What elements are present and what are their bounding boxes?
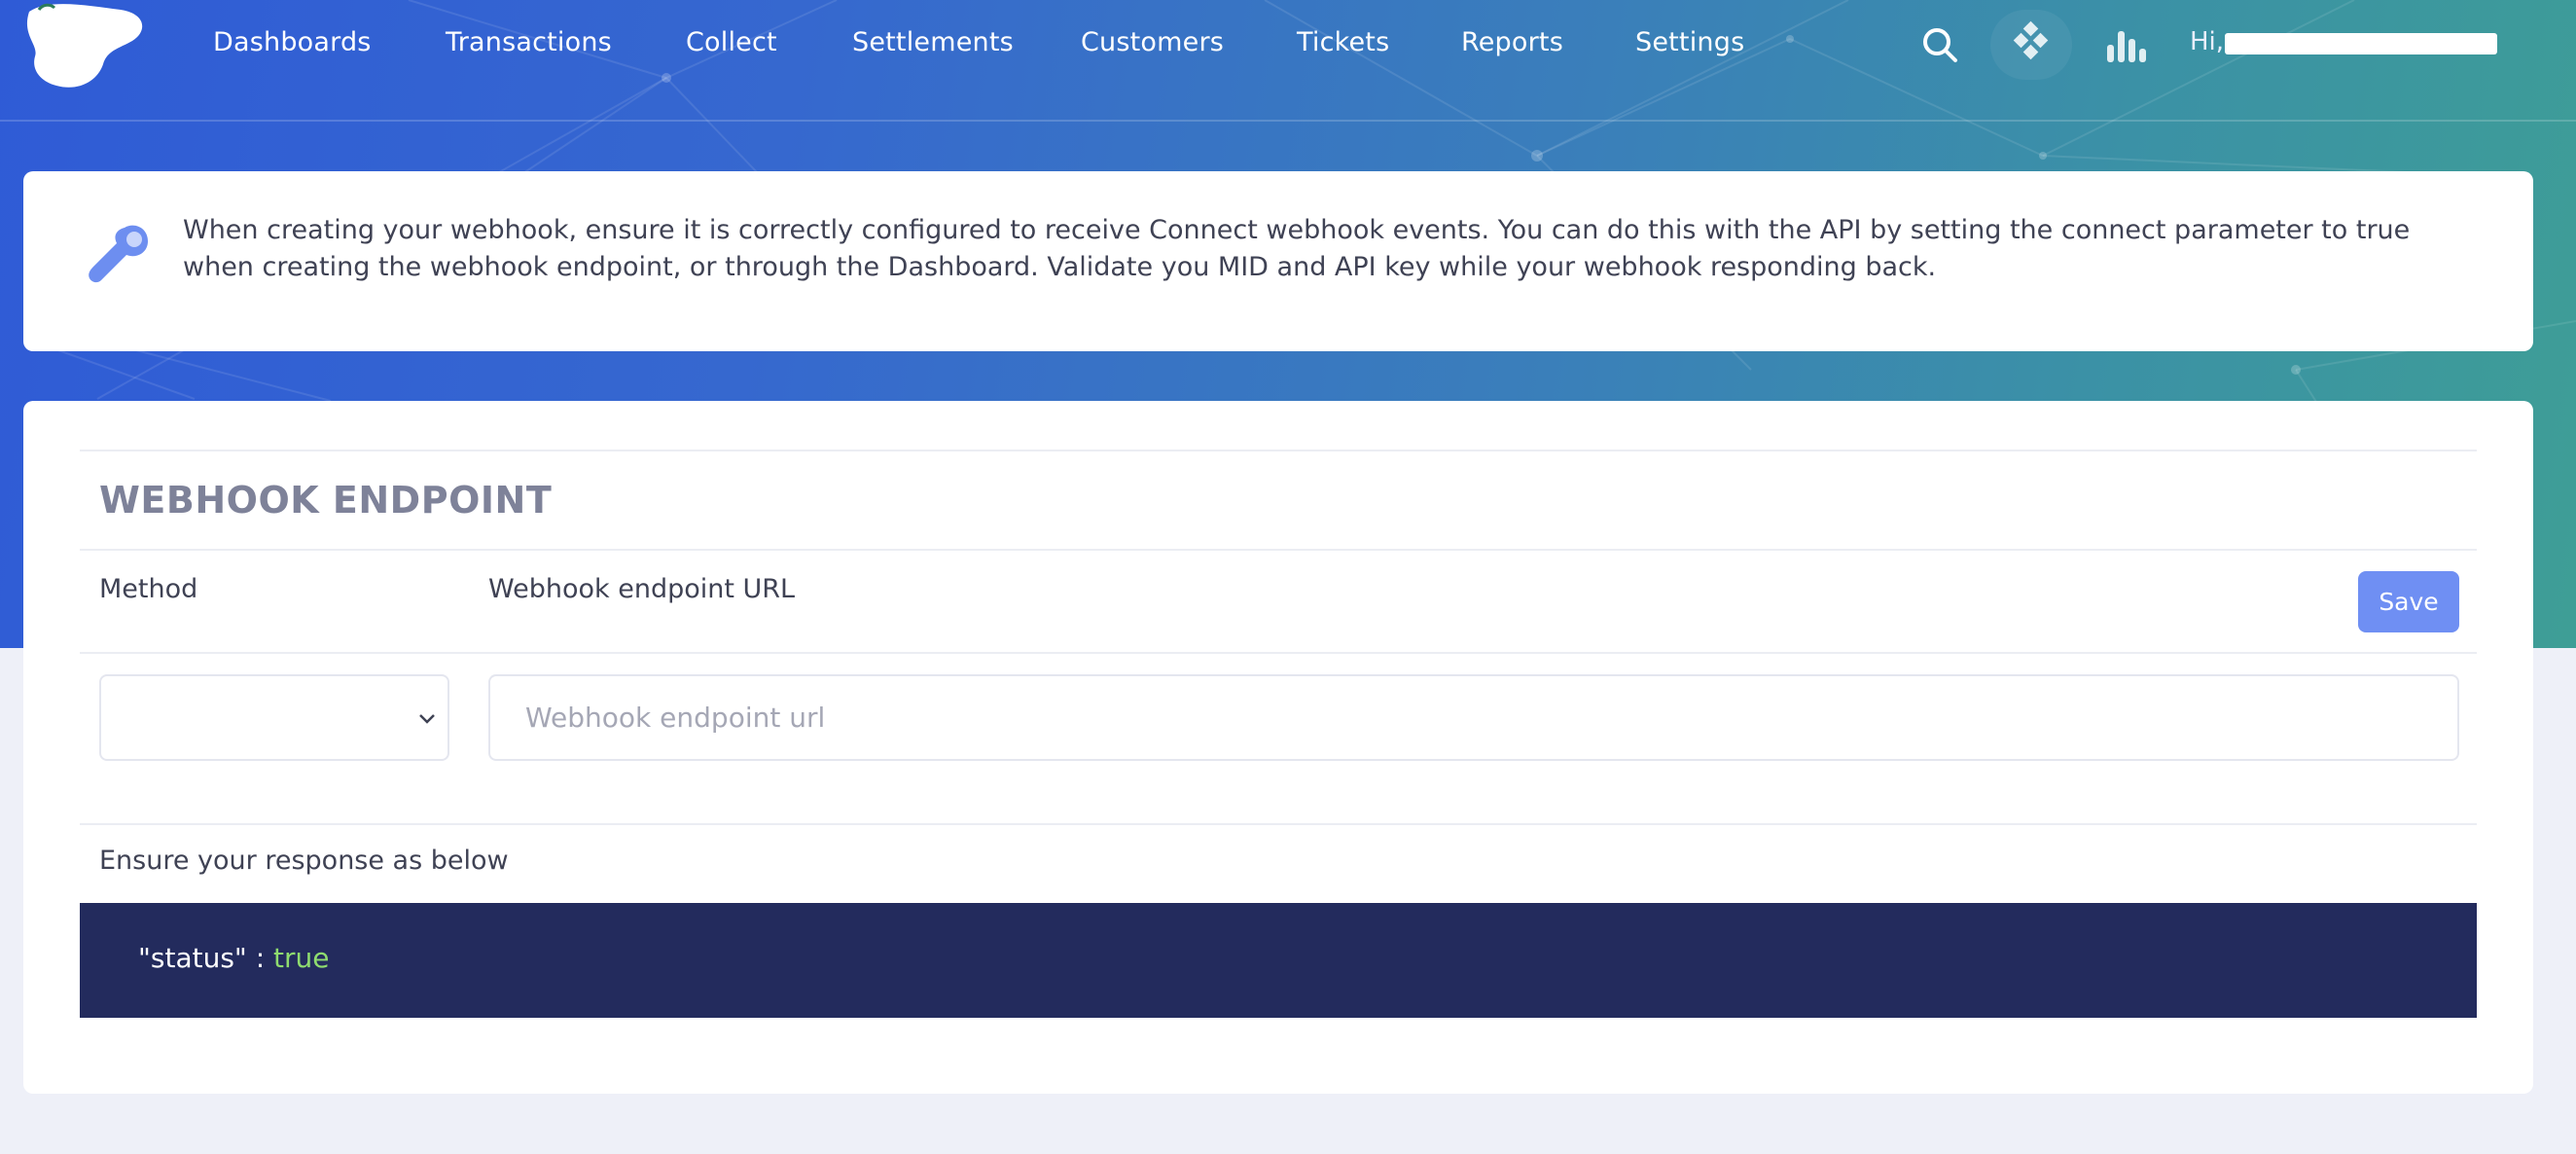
search-icon [1923,28,1957,62]
card-title: WEBHOOK ENDPOINT [99,479,553,522]
wrench-icon [89,225,148,283]
divider [80,549,2477,551]
nav-collect[interactable]: Collect [686,27,777,57]
response-label: Ensure your response as below [99,846,509,876]
method-select[interactable] [99,674,449,761]
search-button[interactable] [1920,25,1959,64]
notice-text: When creating your webhook, ensure it is… [183,215,2411,282]
bar-chart-icon [2107,31,2146,62]
nav-transactions[interactable]: Transactions [446,27,612,57]
response-code-block: "status" : true [80,903,2477,1018]
nav-customers[interactable]: Customers [1081,27,1224,57]
code-value: true [273,942,330,974]
apps-button[interactable] [1990,10,2072,80]
nav-settlements[interactable]: Settlements [852,27,1014,57]
diamond-grid-icon [2013,20,2049,60]
webhook-url-input[interactable] [488,674,2459,761]
url-label: Webhook endpoint URL [488,574,796,604]
header-divider [0,120,2576,122]
code-key: "status" : [138,942,274,974]
method-label: Method [99,574,198,604]
divider [80,823,2477,825]
code-line: "status" : true [138,942,330,974]
webhook-card: WEBHOOK ENDPOINT Method Webhook endpoint… [23,401,2533,1094]
nav-reports[interactable]: Reports [1461,27,1563,57]
user-name-redacted [2225,33,2497,54]
nav-tickets[interactable]: Tickets [1297,27,1389,57]
save-button[interactable]: Save [2358,571,2459,632]
divider [80,652,2477,654]
nav-dashboards[interactable]: Dashboards [213,27,372,57]
stats-button[interactable] [2105,23,2148,64]
user-greeting[interactable]: Hi, [2190,27,2224,56]
nav-settings[interactable]: Settings [1635,27,1744,57]
webhook-notice: When creating your webhook, ensure it is… [23,171,2533,351]
chevron-down-icon [419,714,435,724]
divider [80,450,2477,451]
